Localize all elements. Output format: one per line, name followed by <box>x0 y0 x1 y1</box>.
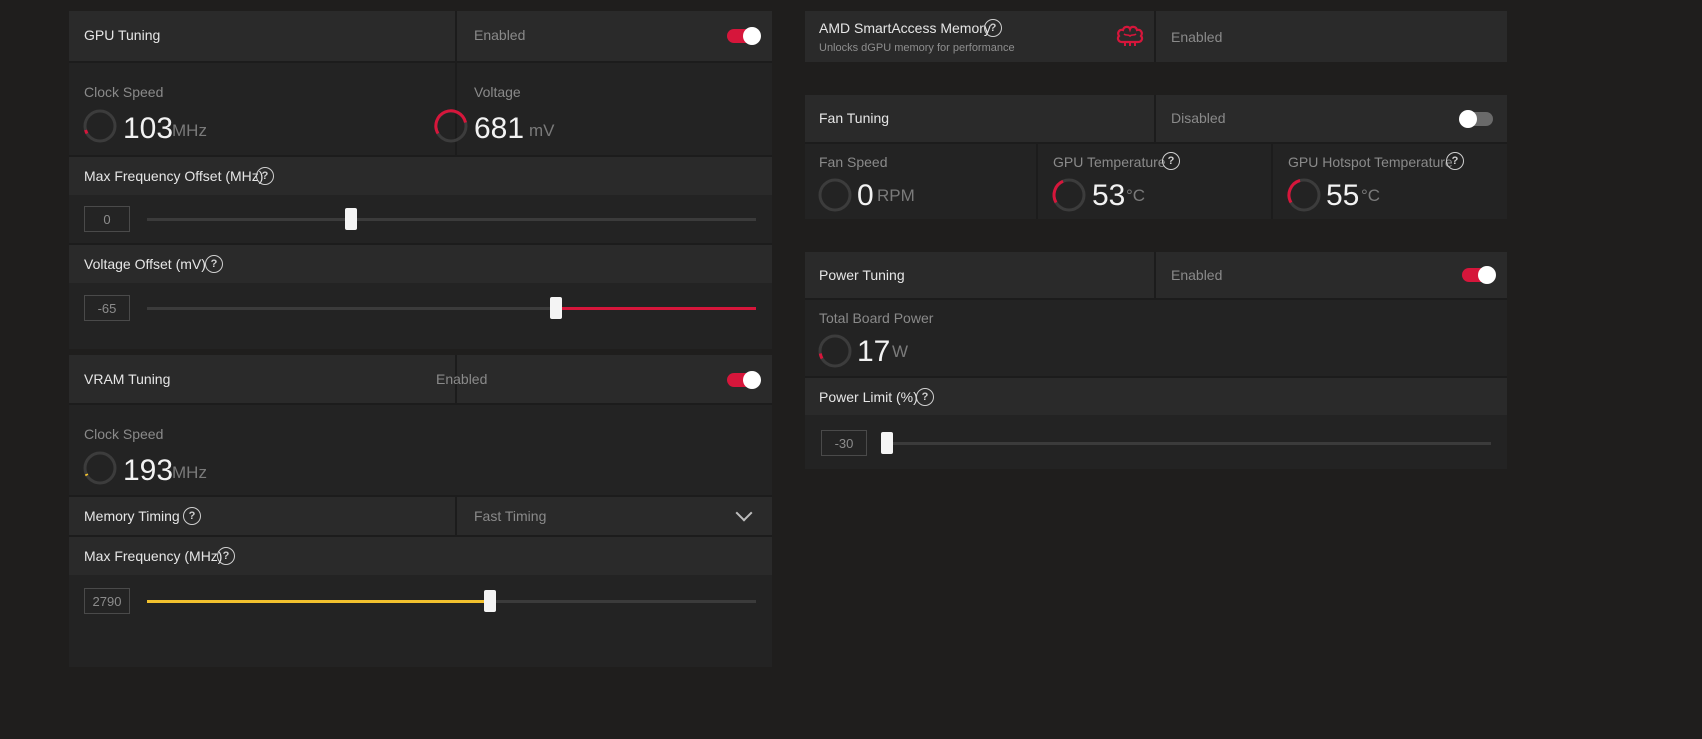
max-freq-offset-label: Max Frequency Offset (MHz) <box>84 168 264 184</box>
voltage-offset-input[interactable]: -65 <box>84 295 130 321</box>
brain-icon <box>1116 25 1144 46</box>
vram-clock-unit: MHz <box>172 463 207 482</box>
chevron-down-icon <box>735 504 753 522</box>
vram-metrics-row: Clock Speed 193 MHz <box>69 405 772 495</box>
vram-tuning-panel: VRAM Tuning Enabled Clock Speed 193 MHz … <box>69 355 772 667</box>
hotspot-temperature-value: 55 <box>1326 179 1360 212</box>
fan-tuning-status: Disabled <box>1171 110 1226 126</box>
fan-tuning-header: Fan Tuning Disabled <box>805 95 1507 142</box>
fan-speed-gauge <box>818 178 852 212</box>
max-frequency-fill <box>147 600 490 603</box>
power-limit-help-icon[interactable]: ? <box>916 388 934 406</box>
gpu-temperature-label: GPU Temperature <box>1053 154 1166 170</box>
board-power-gauge <box>818 334 852 368</box>
max-freq-offset-slider-row: 0 <box>69 197 772 243</box>
hotspot-temperature-label: GPU Hotspot Temperature <box>1288 154 1453 170</box>
gpu-voltage-label: Voltage <box>474 84 521 100</box>
voltage-offset-header: Voltage Offset (mV) ? <box>69 245 772 283</box>
power-limit-thumb[interactable] <box>881 432 893 454</box>
gpu-temperature-gauge <box>1052 178 1086 212</box>
gpu-clock-value: 103 <box>123 112 174 145</box>
vram-clock-label: Clock Speed <box>84 426 164 442</box>
gpu-tuning-status: Enabled <box>474 27 526 43</box>
fan-speed-value: 0 <box>857 179 874 212</box>
board-power-label: Total Board Power <box>819 310 934 326</box>
voltage-offset-label: Voltage Offset (mV) <box>84 256 206 272</box>
gpu-voltage-value: 681 <box>474 112 525 145</box>
memory-timing-dropdown[interactable]: Fast Timing <box>457 497 772 535</box>
power-limit-input[interactable]: -30 <box>821 430 867 456</box>
gpu-tuning-header: GPU Tuning Enabled <box>69 11 772 61</box>
memory-timing-row: Memory Timing ? Fast Timing <box>69 497 772 535</box>
fan-speed-unit: RPM <box>877 186 915 205</box>
gpu-tuning-panel: GPU Tuning Enabled Clock Speed 103 MHz V… <box>69 11 772 349</box>
gpu-voltage-unit: mV <box>529 121 555 140</box>
gpu-metrics-row: Clock Speed 103 MHz Voltage 681 mV <box>69 63 772 155</box>
smart-access-help-icon[interactable]: ? <box>984 19 1002 37</box>
smart-access-panel: AMD SmartAccess Memory ? Unlocks dGPU me… <box>805 11 1507 62</box>
power-limit-label: Power Limit (%) <box>819 389 918 405</box>
voltage-offset-slider-row: -65 <box>69 285 772 335</box>
vram-clock-value: 193 <box>123 454 174 487</box>
memory-timing-label: Memory Timing <box>84 508 180 524</box>
memory-timing-help-icon[interactable]: ? <box>183 507 201 525</box>
power-limit-track[interactable] <box>881 442 1491 445</box>
vram-tuning-title: VRAM Tuning <box>84 371 171 387</box>
gpu-clock-unit: MHz <box>172 121 207 140</box>
max-frequency-thumb[interactable] <box>484 590 496 612</box>
max-frequency-header: Max Frequency (MHz) ? <box>69 537 772 575</box>
smart-access-title: AMD SmartAccess Memory <box>819 20 991 36</box>
smart-access-status: Enabled <box>1171 29 1223 45</box>
gpu-temperature-help-icon[interactable]: ? <box>1162 152 1180 170</box>
vram-tuning-toggle[interactable] <box>727 371 761 389</box>
voltage-offset-thumb[interactable] <box>550 297 562 319</box>
smart-access-subtitle: Unlocks dGPU memory for performance <box>819 42 1015 54</box>
gpu-tuning-title: GPU Tuning <box>84 27 161 43</box>
hotspot-temperature-unit: °C <box>1361 186 1381 205</box>
vram-clock-gauge <box>83 451 117 485</box>
gpu-tuning-toggle[interactable] <box>727 27 761 45</box>
fan-tuning-panel: Fan Tuning Disabled Fan Speed 0 RPM GPU … <box>805 95 1507 219</box>
gpu-voltage-gauge <box>434 109 468 143</box>
power-tuning-panel: Power Tuning Enabled Total Board Power 1… <box>805 252 1507 469</box>
vram-tuning-header: VRAM Tuning Enabled <box>69 355 772 403</box>
max-frequency-label: Max Frequency (MHz) <box>84 548 223 564</box>
max-frequency-slider-row: 2790 <box>69 577 772 627</box>
gpu-clock-label: Clock Speed <box>84 84 164 100</box>
board-power-unit: W <box>892 342 909 361</box>
memory-timing-value: Fast Timing <box>474 508 547 524</box>
max-freq-offset-thumb[interactable] <box>345 208 357 230</box>
max-freq-offset-header: Max Frequency Offset (MHz) ? <box>69 157 772 195</box>
voltage-offset-help-icon[interactable]: ? <box>205 255 223 273</box>
gpu-temperature-value: 53 <box>1092 179 1126 212</box>
board-power-value: 17 <box>857 335 891 368</box>
max-frequency-help-icon[interactable]: ? <box>217 547 235 565</box>
fan-tuning-toggle[interactable] <box>1459 110 1493 128</box>
vram-tuning-status: Enabled <box>436 371 488 387</box>
fan-metrics-row: Fan Speed 0 RPM GPU Temperature ? 53 °C … <box>805 144 1507 219</box>
max-freq-offset-input[interactable]: 0 <box>84 206 130 232</box>
power-metrics-row: Total Board Power 17 W <box>805 300 1507 376</box>
voltage-offset-fill <box>556 307 756 310</box>
power-limit-header: Power Limit (%) ? <box>805 378 1507 415</box>
max-freq-offset-track[interactable] <box>147 218 756 221</box>
power-limit-slider-row: -30 <box>805 417 1507 469</box>
gpu-temperature-unit: °C <box>1126 186 1146 205</box>
fan-tuning-title: Fan Tuning <box>819 110 890 126</box>
power-tuning-toggle[interactable] <box>1462 266 1496 284</box>
hotspot-temperature-help-icon[interactable]: ? <box>1446 152 1464 170</box>
power-tuning-status: Enabled <box>1171 267 1223 283</box>
max-frequency-input[interactable]: 2790 <box>84 588 130 614</box>
power-tuning-title: Power Tuning <box>819 267 905 283</box>
fan-speed-label: Fan Speed <box>819 154 888 170</box>
gpu-clock-gauge <box>83 109 117 143</box>
hotspot-temperature-gauge <box>1287 178 1321 212</box>
power-tuning-header: Power Tuning Enabled <box>805 252 1507 298</box>
max-freq-offset-help-icon[interactable]: ? <box>256 167 274 185</box>
